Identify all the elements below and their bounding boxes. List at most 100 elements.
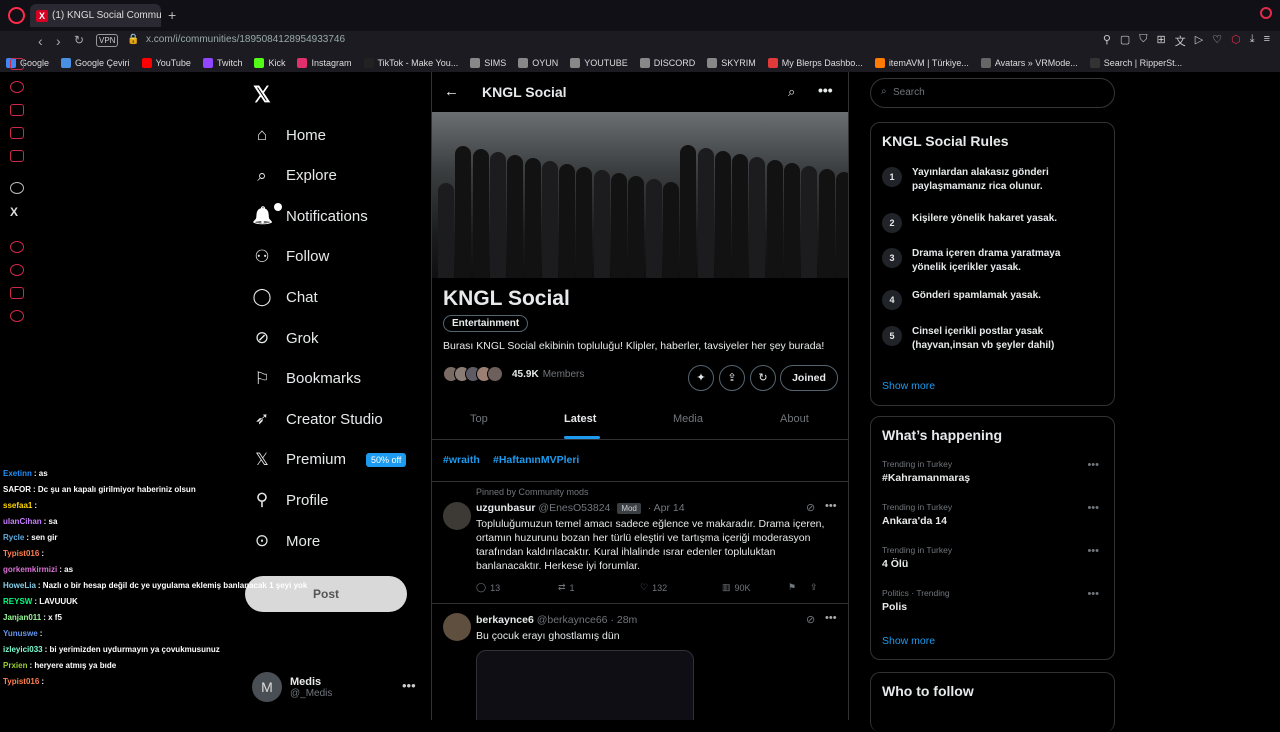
- reload-icon[interactable]: ↻: [74, 33, 84, 47]
- sidebar-wallet-icon[interactable]: [10, 127, 24, 139]
- x-logo-icon[interactable]: 𝕏: [253, 82, 271, 108]
- more-icon[interactable]: •••: [825, 612, 837, 624]
- nav-item-bookmarks[interactable]: ⚐ Bookmarks: [252, 367, 361, 391]
- category-badge[interactable]: Entertainment: [443, 315, 529, 332]
- avatar[interactable]: [443, 502, 471, 530]
- trend-more-icon[interactable]: •••: [1087, 459, 1099, 471]
- new-tab-button[interactable]: +: [168, 7, 176, 23]
- heart-icon[interactable]: ♡: [1212, 33, 1222, 49]
- sidebar-bag-icon[interactable]: [10, 104, 24, 116]
- sidebar-history-icon[interactable]: [10, 81, 24, 93]
- nav-item-chat[interactable]: ◯ Chat: [252, 285, 317, 309]
- bookmark-item[interactable]: Avatars » VRMode...: [975, 57, 1084, 68]
- reply-button[interactable]: ◯ 13: [476, 582, 558, 593]
- back-arrow-icon[interactable]: ←: [444, 83, 459, 100]
- trend-item[interactable]: Trending in Turkey Ankara'da 14 •••: [882, 502, 1104, 527]
- timeline-post[interactable]: berkaynce6 @berkaynce66 · 28m ⊘ ••• Bu ç…: [432, 604, 848, 720]
- show-more-link[interactable]: Show more: [882, 380, 935, 392]
- pin-icon[interactable]: ⚲: [1103, 33, 1111, 49]
- post-time[interactable]: · 28m: [610, 614, 637, 626]
- bookmark-item[interactable]: Google Çeviri: [55, 57, 136, 68]
- share-icon[interactable]: ⇪: [719, 365, 745, 391]
- grok-icon[interactable]: ⊘: [806, 613, 815, 626]
- forward-icon[interactable]: ›: [56, 33, 61, 49]
- bookmark-icon[interactable]: ⚑: [788, 582, 810, 593]
- bookmark-item[interactable]: Twitch: [197, 57, 249, 68]
- show-more-link[interactable]: Show more: [882, 635, 935, 647]
- post-time[interactable]: · Apr 14: [648, 502, 685, 514]
- nav-item-notifications[interactable]: 🔔 Notifications: [252, 203, 368, 228]
- tab-active[interactable]: X (1) KNGL Social Communit: [30, 4, 161, 27]
- share-icon[interactable]: ⇪: [810, 582, 818, 593]
- opera-menu-icon[interactable]: [8, 7, 25, 24]
- trend-item[interactable]: Politics · Trending Polis •••: [882, 588, 1104, 613]
- translate-icon[interactable]: 文: [1175, 33, 1186, 49]
- play-icon[interactable]: ▷: [1195, 33, 1203, 49]
- trend-item[interactable]: Trending in Turkey 4 Ölü •••: [882, 545, 1104, 570]
- tab-search-icon[interactable]: [1260, 7, 1272, 19]
- bookmark-item[interactable]: DISCORD: [634, 57, 702, 68]
- bookmark-item[interactable]: Instagram: [291, 57, 357, 68]
- members-row[interactable]: 45.9K Members: [443, 366, 584, 382]
- account-more-icon[interactable]: •••: [402, 678, 416, 693]
- bookmark-item[interactable]: SKYRIM: [701, 57, 762, 68]
- nav-item-follow[interactable]: ⚇ Follow: [252, 245, 329, 269]
- grok-icon[interactable]: ⊘: [806, 501, 815, 514]
- avatar[interactable]: [443, 613, 471, 641]
- author-name[interactable]: uzgunbasur: [476, 502, 536, 514]
- joined-button[interactable]: Joined: [780, 365, 838, 391]
- search-input[interactable]: ⌕ Search: [870, 78, 1115, 108]
- bookmark-item[interactable]: itemAVM | Türkiye...: [869, 57, 975, 68]
- bookmark-item[interactable]: Kick: [248, 57, 291, 68]
- sidebar-settings-icon[interactable]: [10, 310, 24, 322]
- pinned-post[interactable]: Pinned by Community mods uzgunbasur @Ene…: [432, 482, 848, 604]
- trend-more-icon[interactable]: •••: [1087, 502, 1099, 514]
- bookmark-item[interactable]: YouTube: [136, 57, 197, 68]
- sidebar-clock-icon[interactable]: [10, 264, 24, 276]
- nav-item-grok[interactable]: ⊘ Grok: [252, 326, 319, 350]
- search-icon[interactable]: ⌕: [788, 84, 795, 100]
- trend-item[interactable]: Trending in Turkey #Kahramanmaraş •••: [882, 459, 1104, 484]
- lock-icon[interactable]: 🔒: [127, 34, 139, 45]
- bookmark-item[interactable]: SIMS: [464, 57, 512, 68]
- cube-icon[interactable]: ⬡: [1231, 33, 1241, 49]
- sidebar-cube-icon[interactable]: [10, 287, 24, 299]
- bookmark-item[interactable]: YOUTUBE: [564, 57, 634, 68]
- extension-icon[interactable]: ⊞: [1157, 33, 1166, 49]
- nav-item-home[interactable]: ⌂ Home: [252, 123, 326, 147]
- more-icon[interactable]: •••: [818, 82, 833, 98]
- nav-item-explore[interactable]: ⌕ Explore: [252, 164, 337, 188]
- more-icon[interactable]: •••: [825, 500, 837, 512]
- notify-icon[interactable]: ↻: [750, 365, 776, 391]
- back-icon[interactable]: ‹: [38, 33, 43, 49]
- bookmark-item[interactable]: Search | RipperSt...: [1084, 57, 1188, 68]
- bookmark-item[interactable]: OYUN: [512, 57, 564, 68]
- author-handle[interactable]: @EnesO53824: [538, 502, 610, 514]
- bookmark-item[interactable]: My Blerps Dashbo...: [762, 57, 869, 68]
- url-field[interactable]: x.com/i/communities/1895084128954933746: [146, 34, 345, 45]
- nav-item-creator-studio[interactable]: ➶ Creator Studio: [252, 407, 383, 431]
- sidebar-chatgpt-icon[interactable]: [10, 182, 24, 194]
- sidebar-m-icon[interactable]: [10, 150, 24, 162]
- snapshot-icon[interactable]: ▢: [1120, 33, 1130, 49]
- author-handle[interactable]: @berkaynce66: [537, 614, 608, 626]
- author-name[interactable]: berkaynce6: [476, 614, 534, 626]
- hashtag-link[interactable]: #HaftanınMVPleri: [493, 454, 579, 466]
- like-button[interactable]: ♡ 132: [640, 582, 722, 593]
- tab-latest[interactable]: Latest: [564, 413, 596, 425]
- hashtag-link[interactable]: #wraith: [443, 454, 480, 466]
- vpn-badge[interactable]: VPN: [96, 34, 119, 47]
- sidebar-x-icon[interactable]: X: [10, 206, 24, 218]
- tab-top[interactable]: Top: [470, 413, 488, 425]
- repost-button[interactable]: ⇄ 1: [558, 582, 640, 593]
- views-button[interactable]: ▥ 90K: [722, 582, 788, 593]
- bookmark-item[interactable]: TikTok - Make You...: [358, 57, 465, 68]
- pin-action-icon[interactable]: ✦: [688, 365, 714, 391]
- menu-icon[interactable]: ≡: [1264, 33, 1270, 49]
- trend-more-icon[interactable]: •••: [1087, 588, 1099, 600]
- trend-more-icon[interactable]: •••: [1087, 545, 1099, 557]
- shield-icon[interactable]: ⛉: [1139, 33, 1147, 49]
- download-icon[interactable]: ⤓: [1250, 33, 1255, 49]
- tab-about[interactable]: About: [780, 413, 809, 425]
- sidebar-player-icon[interactable]: [10, 241, 24, 253]
